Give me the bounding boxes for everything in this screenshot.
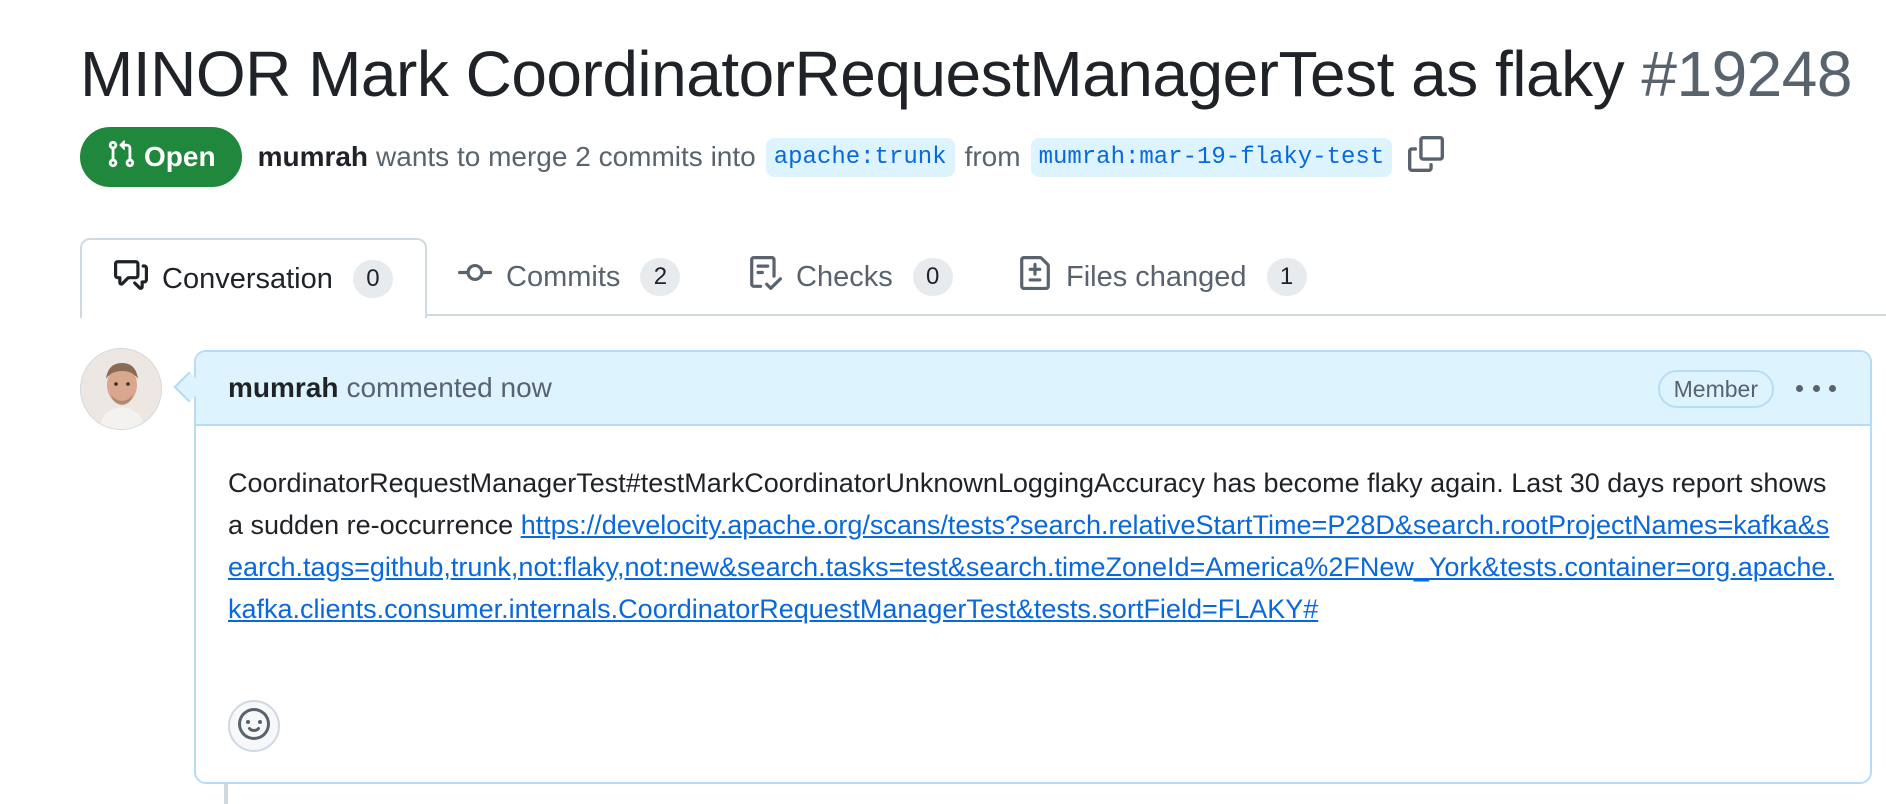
git-pull-request-icon: [106, 139, 136, 176]
file-diff-icon: [1018, 256, 1052, 298]
pr-status-row: Open mumrah wants to merge 2 commits int…: [80, 126, 1445, 188]
tab-commits[interactable]: Commits 2: [458, 238, 681, 316]
tab-files-changed[interactable]: Files changed 1: [1018, 238, 1307, 316]
comment-author-link[interactable]: mumrah: [228, 372, 338, 404]
tab-conversation[interactable]: Conversation 0: [80, 238, 427, 318]
copy-branch-button[interactable]: [1408, 135, 1445, 179]
tab-label: Checks: [796, 260, 893, 293]
kebab-dot: [1796, 384, 1803, 392]
merge-status-text: wants to merge 2 commits into: [376, 141, 756, 172]
avatar[interactable]: [80, 348, 162, 430]
pull-request-page: MINOR Mark CoordinatorRequestManagerTest…: [0, 0, 1886, 804]
from-text: from: [964, 141, 1021, 172]
smiley-icon: [238, 707, 270, 745]
tab-counter: 0: [912, 258, 953, 296]
tab-label: Conversation: [162, 262, 333, 295]
author-role-badge: Member: [1657, 370, 1774, 408]
pr-title: MINOR Mark CoordinatorRequestManagerTest…: [80, 36, 1852, 112]
state-badge-open: Open: [80, 127, 242, 187]
tab-counter: 2: [640, 258, 681, 296]
tab-checks[interactable]: Checks 0: [748, 238, 953, 316]
add-reaction-button[interactable]: [228, 700, 280, 752]
comment-box: mumrah commented now Member CoordinatorR…: [194, 350, 1872, 784]
comment-options-button[interactable]: [1796, 374, 1836, 402]
base-branch[interactable]: apache:trunk: [765, 137, 955, 177]
pr-tabs: Conversation 0 Commits 2 Checks 0 Files …: [80, 238, 1886, 318]
pr-title-text: MINOR Mark CoordinatorRequestManagerTest…: [80, 38, 1625, 110]
comment-timestamp[interactable]: commented now: [346, 372, 551, 404]
git-commit-icon: [458, 256, 492, 298]
kebab-dot: [1812, 384, 1820, 392]
comment-header: mumrah commented now Member: [196, 352, 1870, 426]
tab-counter: 1: [1266, 258, 1307, 296]
comment-body: CoordinatorRequestManagerTest#testMarkCo…: [196, 426, 1870, 630]
tab-label: Files changed: [1066, 260, 1247, 293]
tab-counter: 0: [352, 260, 393, 298]
head-branch[interactable]: mumrah:mar-19-flaky-test: [1030, 137, 1393, 177]
state-label: Open: [144, 141, 216, 172]
pr-number: #19248: [1641, 38, 1852, 110]
copy-icon: [1408, 135, 1445, 179]
comment-discussion-icon: [114, 258, 148, 300]
checklist-icon: [748, 256, 783, 298]
tab-label: Commits: [506, 260, 621, 293]
timeline-line: [224, 784, 228, 804]
pr-author-link[interactable]: mumrah: [258, 141, 368, 173]
kebab-dot: [1829, 384, 1836, 392]
